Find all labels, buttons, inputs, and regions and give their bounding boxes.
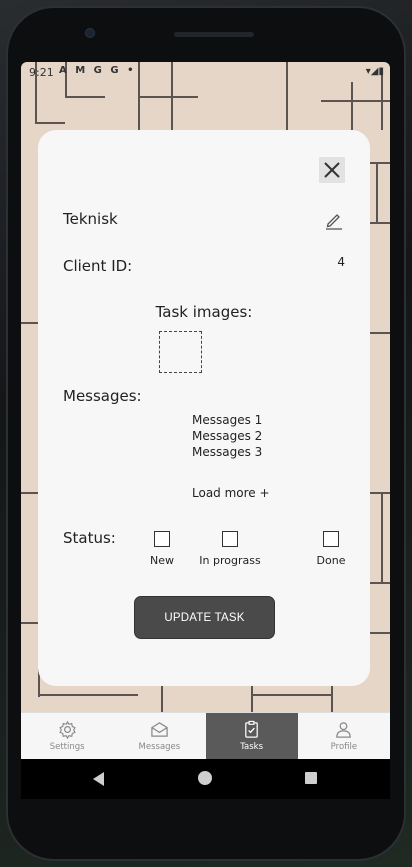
status-option-in-progress[interactable]: In prograss [185,531,275,567]
nav-item-messages[interactable]: Messages [113,713,205,759]
person-icon [336,722,352,738]
status-time: 9:21 [29,66,54,79]
edit-pencil-icon[interactable] [324,210,344,230]
back-icon[interactable] [93,772,104,786]
front-camera [85,28,95,38]
notification-icon: • [127,65,134,76]
envelope-icon [151,722,168,737]
task-images-label: Task images: [155,303,253,321]
notification-icon: G [93,65,102,76]
status-checkbox[interactable] [323,531,339,547]
system-navigation-bar [21,759,390,799]
message-item[interactable]: Messages 2 [192,428,262,444]
clipboard-check-icon [245,720,258,738]
close-button[interactable] [319,157,345,183]
gear-icon [58,720,76,739]
status-checkbox[interactable] [154,531,170,547]
status-option-label: Done [316,554,346,567]
nav-item-tasks[interactable]: Tasks [205,713,298,759]
messages-label: Messages: [63,387,142,405]
task-detail-modal: Teknisk Client ID: 4 Task images: Messag… [38,130,370,686]
status-option-label: In prograss [199,554,261,567]
task-image-placeholder[interactable] [159,331,202,373]
messages-list: Messages 1 Messages 2 Messages 3 [192,412,262,460]
message-item[interactable]: Messages 1 [192,412,262,428]
phone-frame: 9:21 A M G G • ▾◢▮ Teknisk Client ID: 4 … [0,0,412,867]
nav-item-settings[interactable]: Settings [21,713,113,759]
status-bar: 9:21 A M G G • ▾◢▮ [21,62,390,84]
message-item[interactable]: Messages 3 [192,444,262,460]
status-checkbox[interactable] [222,531,238,547]
notification-icons: A M G G • [59,65,138,76]
nav-label: Messages [138,742,181,752]
notification-icon: A [59,65,67,76]
notification-icon: M [75,65,86,76]
update-task-button[interactable]: UPDATE TASK [134,596,275,639]
recent-apps-icon[interactable] [305,772,317,784]
home-icon[interactable] [198,771,212,785]
status-label: Status: [63,529,116,547]
task-title: Teknisk [63,210,118,228]
earpiece-speaker [174,32,254,37]
client-id-value: 4 [337,255,345,269]
app-screen: 9:21 A M G G • ▾◢▮ Teknisk Client ID: 4 … [21,62,390,759]
nav-item-profile[interactable]: Profile [298,713,390,759]
nav-label: Tasks [240,742,264,752]
close-icon [324,162,340,178]
client-id-label: Client ID: [63,257,133,275]
load-more-button[interactable]: Load more + [192,486,270,500]
bottom-navigation: Settings Messages Tasks Profile [21,712,390,759]
nav-label: Profile [330,742,358,752]
notification-icon: G [110,65,119,76]
status-option-done[interactable]: Done [286,531,376,567]
signal-battery-icons: ▾◢▮ [365,66,384,77]
nav-label: Settings [49,742,85,752]
